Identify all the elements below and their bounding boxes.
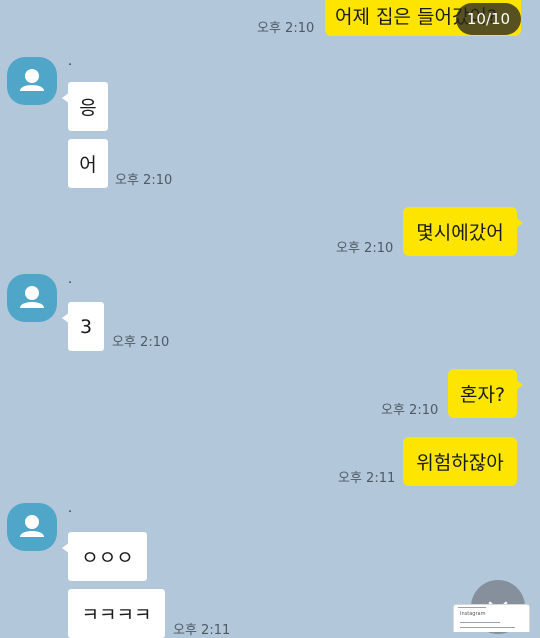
screenshot-thumbnail[interactable]: Instagram [453,604,530,632]
message-time: 오후 2:10 [336,241,394,256]
message-time: 오후 2:10 [381,403,439,418]
default-profile-icon [20,69,44,91]
message-time: 오후 2:10 [115,173,173,188]
my-message-bubble[interactable]: 위험하잖아 [403,437,517,486]
my-message-bubble[interactable]: 혼자? [448,369,523,418]
message-time: 오후 2:10 [112,335,170,350]
thumbnail-content-line [460,622,500,623]
thumbnail-title: Instagram [460,611,486,617]
thumbnail-content-line [460,627,515,628]
default-profile-icon [20,286,44,308]
message-time: 오후 2:10 [257,21,315,36]
thumbnail-status-line [458,607,486,608]
received-message-bubble[interactable]: 3 [62,302,104,351]
sender-name: · [68,505,73,520]
my-message-bubble[interactable]: 몇시에갔어 [403,207,523,256]
received-message-bubble[interactable]: ㅇㅇㅇ [62,532,147,581]
profile-avatar[interactable] [7,57,57,105]
message-time: 오후 2:11 [173,623,231,638]
sender-name: · [68,58,73,73]
received-message-bubble[interactable]: 응 [62,82,108,131]
received-message-bubble[interactable]: ㅋㅋㅋㅋ [68,589,165,638]
sender-name: · [68,276,73,291]
profile-avatar[interactable] [7,503,57,551]
chat-room: 오후 2:10 어제 집은 들어갔어? 10/10 · 응 어 오후 2:10 … [0,0,540,638]
default-profile-icon [20,515,44,537]
page-indicator: 10/10 [456,3,521,35]
profile-avatar[interactable] [7,274,57,322]
received-message-bubble[interactable]: 어 [68,139,108,188]
message-time: 오후 2:11 [338,471,396,486]
